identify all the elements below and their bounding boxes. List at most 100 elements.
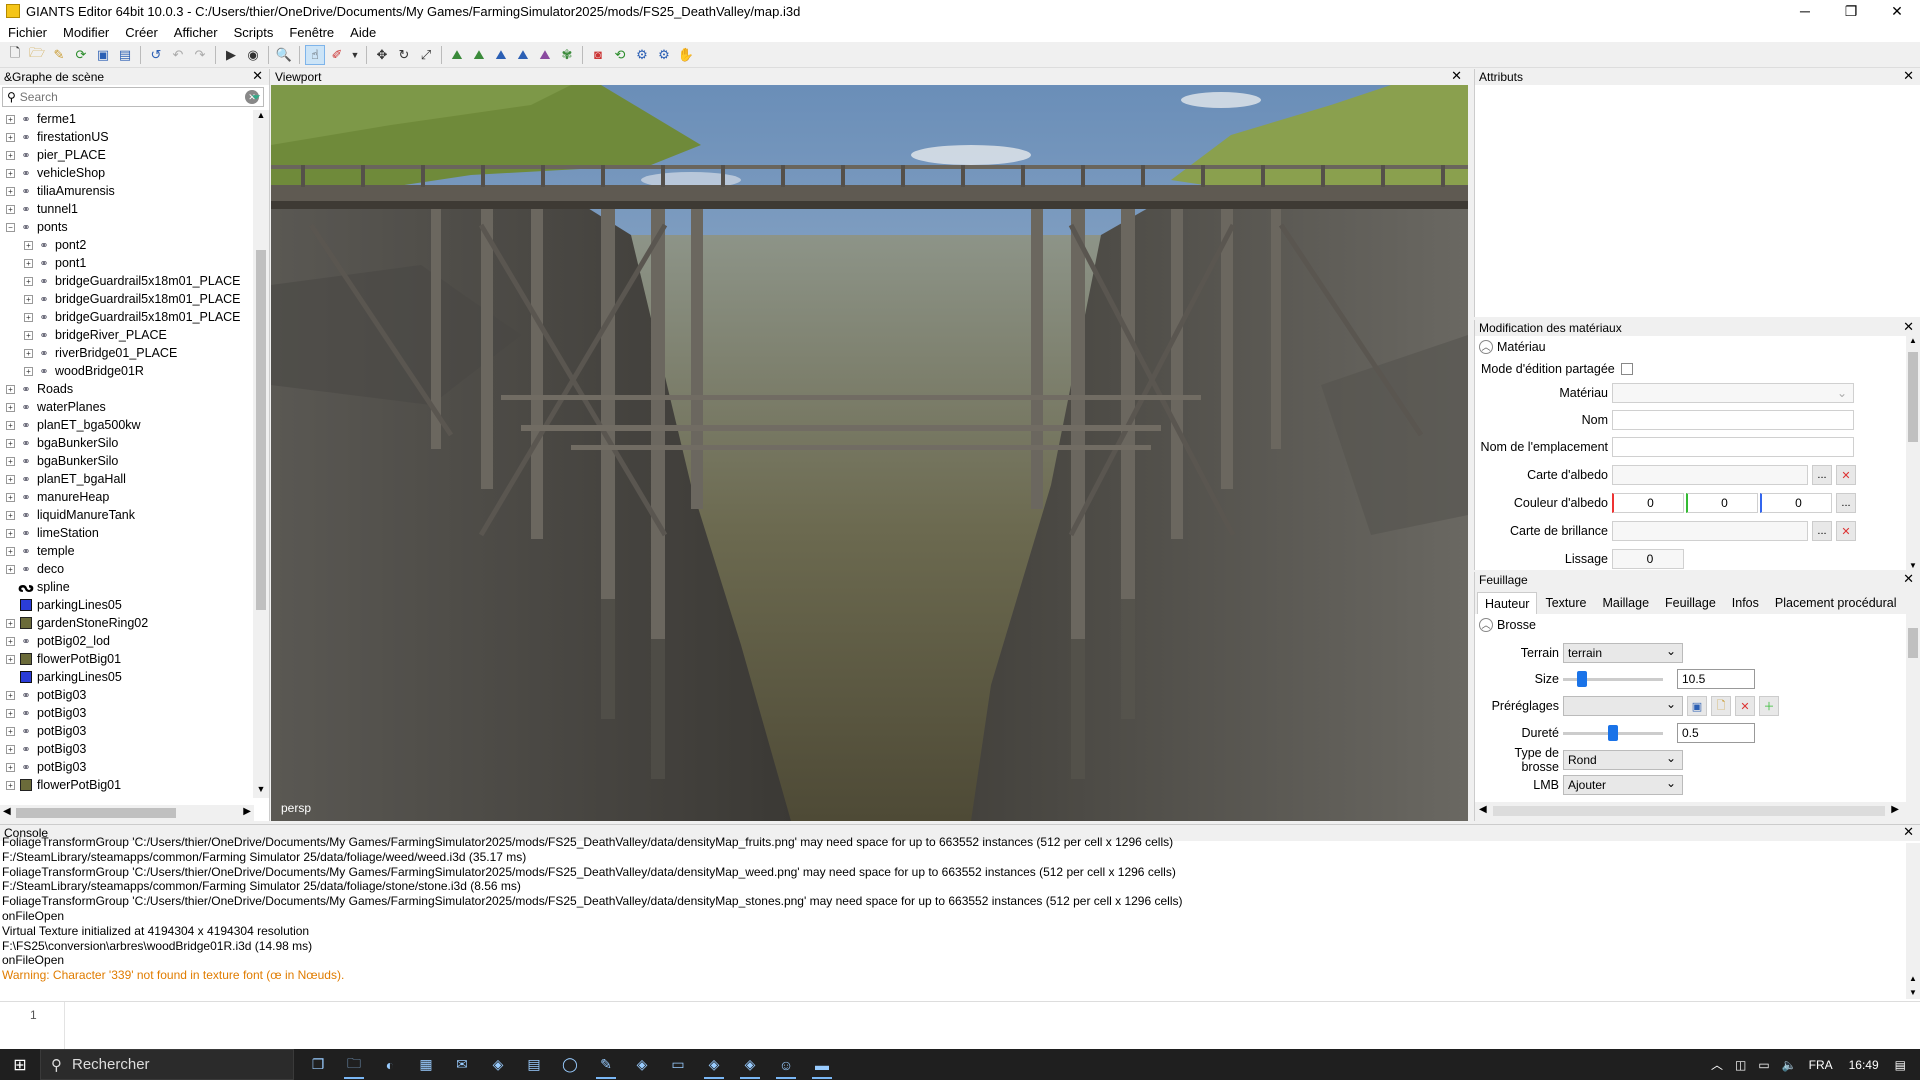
material-scrollbar[interactable]: ▲ ▼ bbox=[1906, 336, 1920, 570]
menu-afficher[interactable]: Afficher bbox=[166, 25, 226, 40]
move-icon[interactable]: ✥ bbox=[372, 45, 392, 65]
tree-item[interactable]: + ⚭ waterPlanes bbox=[0, 398, 248, 416]
albedo-map-field[interactable] bbox=[1612, 465, 1808, 485]
scrollbar-thumb[interactable] bbox=[1493, 806, 1885, 816]
zoom-icon[interactable]: 🔍 bbox=[274, 45, 294, 65]
scroll-right-icon[interactable]: ▶ bbox=[243, 806, 251, 817]
scroll-down-icon[interactable]: ▼ bbox=[253, 784, 269, 798]
foliage-erase-icon[interactable]: ⛰ bbox=[535, 45, 555, 65]
new-file-icon[interactable]: 🗋 bbox=[5, 45, 25, 65]
size-input[interactable]: 10.5 bbox=[1677, 669, 1755, 689]
close-icon[interactable]: ✕ bbox=[1903, 319, 1914, 335]
scale-icon[interactable]: ⤢ bbox=[416, 45, 436, 65]
albedo-color-picker-button[interactable]: ... bbox=[1836, 493, 1856, 513]
refresh-icon[interactable]: ⟲ bbox=[610, 45, 630, 65]
expand-icon[interactable]: + bbox=[6, 186, 15, 196]
scroll-right-icon[interactable]: ▶ bbox=[1891, 804, 1899, 815]
collapse-icon[interactable]: ︿ bbox=[1479, 618, 1493, 632]
open-file-icon[interactable]: 🗁 bbox=[27, 45, 47, 65]
close-window-button[interactable]: ✕ bbox=[1874, 0, 1920, 22]
expand-icon[interactable]: + bbox=[6, 708, 15, 718]
tree-item[interactable]: + ⚭ ferme1 bbox=[0, 110, 248, 128]
gloss-map-browse-button[interactable]: ... bbox=[1812, 521, 1832, 541]
new-preset-icon[interactable]: 🗋 bbox=[1711, 696, 1731, 716]
terrain-info-icon[interactable]: ⛰ bbox=[491, 45, 511, 65]
menu-creer[interactable]: Créer bbox=[117, 25, 166, 40]
tree-item[interactable]: + ⚭ Roads bbox=[0, 380, 248, 398]
tree-item[interactable]: + ⚭ potBig03 bbox=[0, 740, 248, 758]
tree-item[interactable]: + ⚭ bgaBunkerSilo bbox=[0, 434, 248, 452]
tree-item[interactable]: + ⚭ pier_PLACE bbox=[0, 146, 248, 164]
material-section-header[interactable]: ︿ Matériau bbox=[1475, 336, 1907, 358]
slider-knob[interactable] bbox=[1576, 671, 1587, 687]
terrain-dropdown[interactable]: terrain bbox=[1563, 643, 1683, 663]
console-scrollbar[interactable]: ▲ ▼ bbox=[1906, 843, 1920, 999]
expand-icon[interactable]: + bbox=[6, 384, 15, 394]
terrain-sculpt-icon[interactable]: ⛰ bbox=[447, 45, 467, 65]
scroll-up-icon[interactable]: ▲ bbox=[1906, 336, 1920, 345]
clock[interactable]: 16:49 bbox=[1849, 1058, 1879, 1072]
expand-icon[interactable]: + bbox=[6, 780, 15, 790]
console-input[interactable]: 1 bbox=[0, 1001, 1920, 1050]
tab-texture[interactable]: Texture bbox=[1537, 592, 1594, 614]
scroll-down-icon[interactable]: ▼ bbox=[1906, 561, 1920, 570]
scrollbar-thumb[interactable] bbox=[256, 250, 266, 610]
paint-tool-icon[interactable]: ✐ bbox=[327, 45, 347, 65]
expand-icon[interactable]: + bbox=[6, 654, 15, 664]
delete-preset-icon[interactable]: ✕ bbox=[1735, 696, 1755, 716]
edge-icon[interactable]: ◐ bbox=[372, 1049, 408, 1080]
smoothing-field[interactable]: 0 bbox=[1612, 549, 1684, 569]
menu-modifier[interactable]: Modifier bbox=[55, 25, 117, 40]
albedo-g-field[interactable]: 0 bbox=[1686, 493, 1758, 513]
rotate-icon[interactable]: ↻ bbox=[394, 45, 414, 65]
expand-icon[interactable]: + bbox=[6, 438, 15, 448]
collapse-icon[interactable]: − bbox=[6, 222, 15, 232]
shared-edit-checkbox[interactable] bbox=[1620, 363, 1633, 375]
albedo-r-field[interactable]: 0 bbox=[1612, 493, 1684, 513]
save-as-icon[interactable]: ▤ bbox=[115, 45, 135, 65]
select-tool-icon[interactable]: ☝ bbox=[305, 44, 325, 65]
tree-item[interactable]: + ⚭ firestationUS bbox=[0, 128, 248, 146]
discord-icon[interactable]: ☺ bbox=[768, 1049, 804, 1080]
tab-placement-procedural[interactable]: Placement procédural bbox=[1767, 592, 1905, 614]
expand-icon[interactable]: + bbox=[6, 150, 15, 160]
tree-item[interactable]: + ⚭ potBig03 bbox=[0, 704, 248, 722]
settings-alt-icon[interactable]: ⚙ bbox=[654, 45, 674, 65]
tree-item[interactable]: + ⚭ manureHeap bbox=[0, 488, 248, 506]
tree-item[interactable]: + ⚭ woodBridge01R bbox=[0, 362, 248, 380]
reload-icon[interactable]: ⟳ bbox=[71, 45, 91, 65]
chevron-down-icon[interactable]: ▼ bbox=[349, 45, 361, 65]
brush-type-dropdown[interactable]: Rond bbox=[1563, 750, 1683, 770]
close-icon[interactable]: ✕ bbox=[1903, 824, 1914, 840]
menu-fenetre[interactable]: Fenêtre bbox=[281, 25, 342, 40]
albedo-map-clear-button[interactable]: ✕ bbox=[1836, 465, 1856, 485]
slider-knob[interactable] bbox=[1608, 725, 1618, 741]
lmb-dropdown[interactable]: Ajouter bbox=[1563, 775, 1683, 795]
expand-icon[interactable]: + bbox=[6, 510, 15, 520]
expand-icon[interactable]: + bbox=[6, 546, 15, 556]
tab-feuillage[interactable]: Feuillage bbox=[1657, 592, 1724, 614]
tree-item[interactable]: + ⚭ pont2 bbox=[0, 236, 248, 254]
close-icon[interactable]: ✕ bbox=[1903, 571, 1914, 587]
expand-icon[interactable]: + bbox=[6, 690, 15, 700]
opera-icon[interactable]: ◯ bbox=[552, 1049, 588, 1080]
collapse-icon[interactable]: ︿ bbox=[1479, 340, 1493, 354]
tree-item[interactable]: + ⚭ potBig03 bbox=[0, 722, 248, 740]
hand-icon[interactable]: ✋ bbox=[676, 45, 696, 65]
tree-item[interactable]: − ⚭ ponts bbox=[0, 218, 248, 236]
scroll-up-icon[interactable]: ▲ bbox=[1906, 974, 1920, 983]
expand-icon[interactable]: + bbox=[6, 726, 15, 736]
outlook-icon[interactable]: ✉ bbox=[444, 1049, 480, 1080]
expand-icon[interactable]: + bbox=[6, 168, 15, 178]
windows-start-icon[interactable]: ⊞ bbox=[0, 1049, 40, 1080]
tree-item[interactable]: + flowerPotBig01 bbox=[0, 776, 248, 794]
scroll-left-icon[interactable]: ◀ bbox=[3, 806, 11, 817]
tree-item[interactable]: + ⚭ planET_bga500kw bbox=[0, 416, 248, 434]
file-explorer-icon[interactable]: 🗀 bbox=[336, 1049, 372, 1080]
search-input[interactable] bbox=[19, 90, 245, 104]
presets-dropdown[interactable] bbox=[1563, 696, 1683, 716]
expand-icon[interactable]: + bbox=[6, 528, 15, 538]
tree-item[interactable]: + ⚭ vehicleShop bbox=[0, 164, 248, 182]
tree-item[interactable]: + ⚭ limeStation bbox=[0, 524, 248, 542]
expand-icon[interactable]: + bbox=[6, 744, 15, 754]
